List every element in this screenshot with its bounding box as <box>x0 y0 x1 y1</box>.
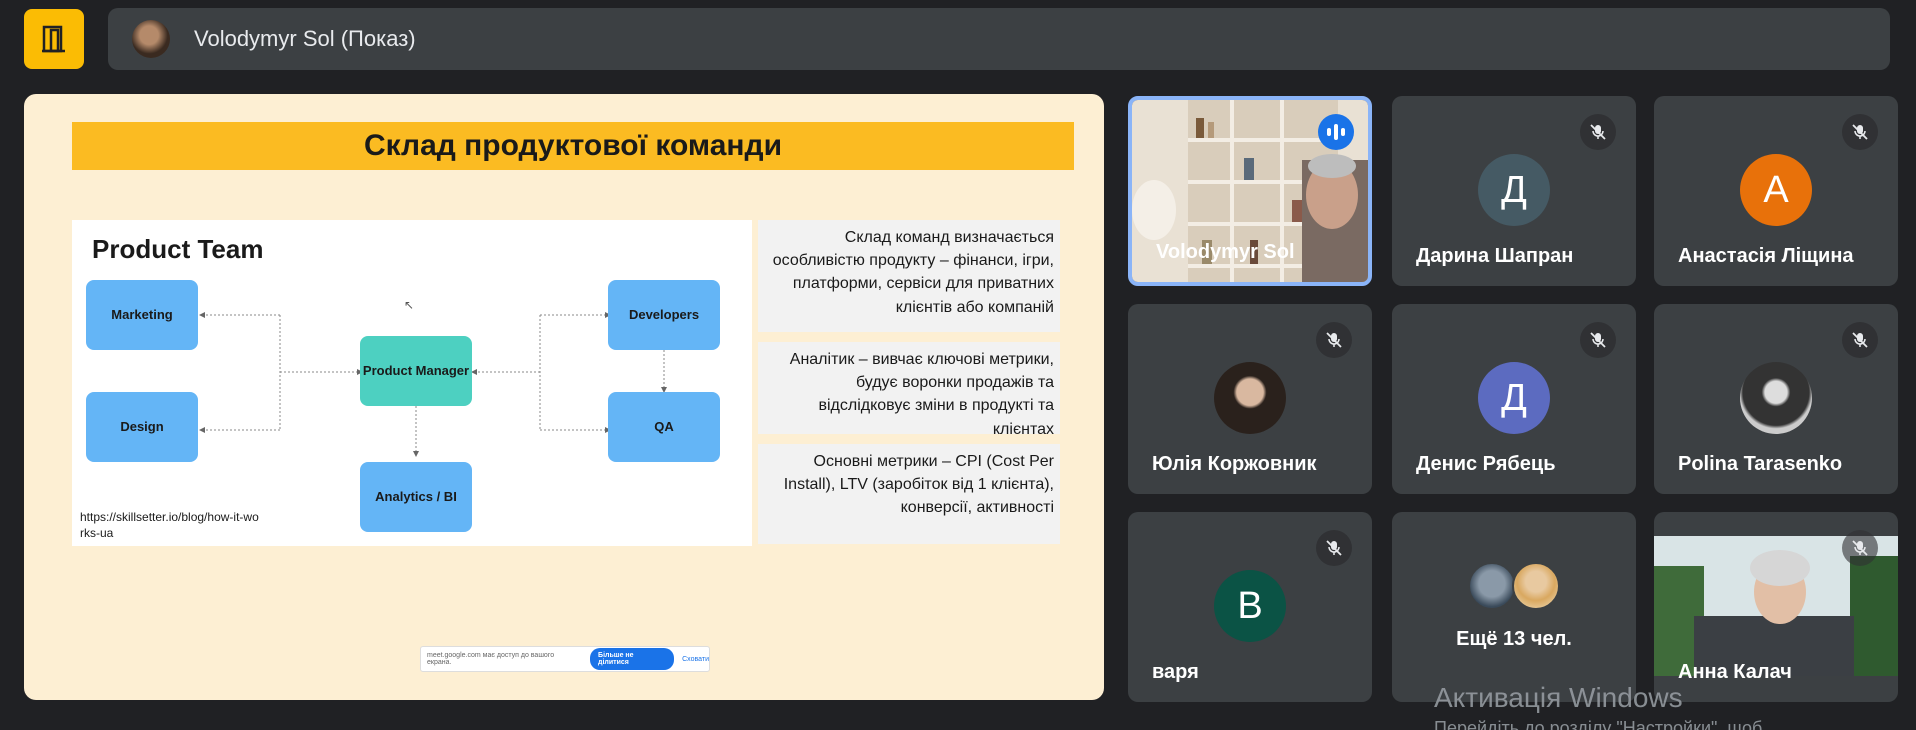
mouse-cursor-icon: ↖ <box>404 298 415 312</box>
participant-tile-volodymyr[interactable]: Volodymyr Sol <box>1128 96 1372 286</box>
mic-off-icon <box>1580 322 1616 358</box>
product-team-diagram: Product Team Marketing Design Product Ma… <box>72 220 752 546</box>
participant-tile-anastasiia[interactable]: А Анастасія Ліщина <box>1654 96 1898 286</box>
slide-title: Склад продуктової команди <box>72 122 1074 170</box>
participant-tile-daryna[interactable]: Д Дарина Шапран <box>1392 96 1636 286</box>
note-analyst: Аналітик – вивчає ключові метрики, будує… <box>758 342 1060 438</box>
windows-activation-watermark: Активація Windows <box>1434 682 1683 713</box>
participant-name: Анна Калач <box>1678 661 1792 683</box>
note-metrics: Основні метрики – CPI (Cost Per Install)… <box>758 444 1060 544</box>
mic-off-icon <box>1580 114 1616 150</box>
presentation-slide: Склад продуктової команди Product Team M… <box>24 94 1104 700</box>
avatar: Д <box>1478 362 1550 434</box>
more-participants-label: Ещё 13 чел. <box>1456 628 1572 650</box>
stop-sharing-button[interactable]: Більше не ділитися <box>590 648 675 670</box>
avatar: А <box>1740 154 1812 226</box>
participant-name: Polina Tarasenko <box>1678 453 1843 475</box>
participant-tile-anna[interactable]: Анна Калач <box>1654 512 1898 702</box>
participant-name: Анастасія Ліщина <box>1678 245 1854 267</box>
participant-name: Дарина Шапран <box>1416 245 1574 267</box>
more-participants-tile[interactable]: Ещё 13 чел. <box>1392 512 1636 702</box>
node-analytics: Analytics / BI <box>360 462 472 532</box>
participant-tile-yuliia[interactable]: Юлія Коржовник <box>1128 304 1372 494</box>
mic-off-icon <box>1842 114 1878 150</box>
node-qa: QA <box>608 392 720 462</box>
avatar <box>1468 562 1516 610</box>
note-team-composition: Склад команд визначається особливістю пр… <box>758 220 1060 332</box>
avatar <box>1214 362 1286 434</box>
avatar <box>1740 362 1812 434</box>
windows-activation-subtitle: Перейдіть до розділу "Настройки", щоб <box>1434 718 1763 730</box>
share-bar-text: meet.google.com має доступ до вашого екр… <box>427 652 555 666</box>
participant-tile-polina[interactable]: Polina Tarasenko <box>1654 304 1898 494</box>
diagram-title: Product Team <box>92 234 264 264</box>
participant-name: Денис Рябець <box>1416 453 1556 475</box>
door-exit-icon <box>42 25 65 53</box>
presenter-bar[interactable]: Volodymyr Sol (Показ) <box>108 8 1890 70</box>
hide-share-bar-link[interactable]: Сховати <box>682 656 709 663</box>
participant-tile-varia[interactable]: В варя <box>1128 512 1372 702</box>
audio-level-icon <box>1318 114 1354 150</box>
presenter-name: Volodymyr Sol (Показ) <box>194 26 416 51</box>
node-product-manager: Product Manager <box>360 336 472 406</box>
participant-name: Юлія Коржовник <box>1152 453 1317 475</box>
avatar <box>132 20 170 58</box>
participant-name: варя <box>1152 661 1199 683</box>
avatar: В <box>1214 570 1286 642</box>
mic-off-icon <box>1842 322 1878 358</box>
leave-presentation-button[interactable] <box>24 9 84 69</box>
participant-tile-denys[interactable]: Д Денис Рябець <box>1392 304 1636 494</box>
screen-share-bar: meet.google.com має доступ до вашого екр… <box>420 646 710 672</box>
participant-name: Volodymyr Sol <box>1156 241 1295 263</box>
avatar: Д <box>1478 154 1550 226</box>
node-developers: Developers <box>608 280 720 350</box>
mic-off-icon <box>1842 530 1878 566</box>
node-design: Design <box>86 392 198 462</box>
more-participants-avatars <box>1468 562 1560 610</box>
avatar <box>1512 562 1560 610</box>
mic-off-icon <box>1316 322 1352 358</box>
mic-off-icon <box>1316 530 1352 566</box>
node-marketing: Marketing <box>86 280 198 350</box>
diagram-source: https://skillsetter.io/blog/how-it-works… <box>80 510 259 540</box>
